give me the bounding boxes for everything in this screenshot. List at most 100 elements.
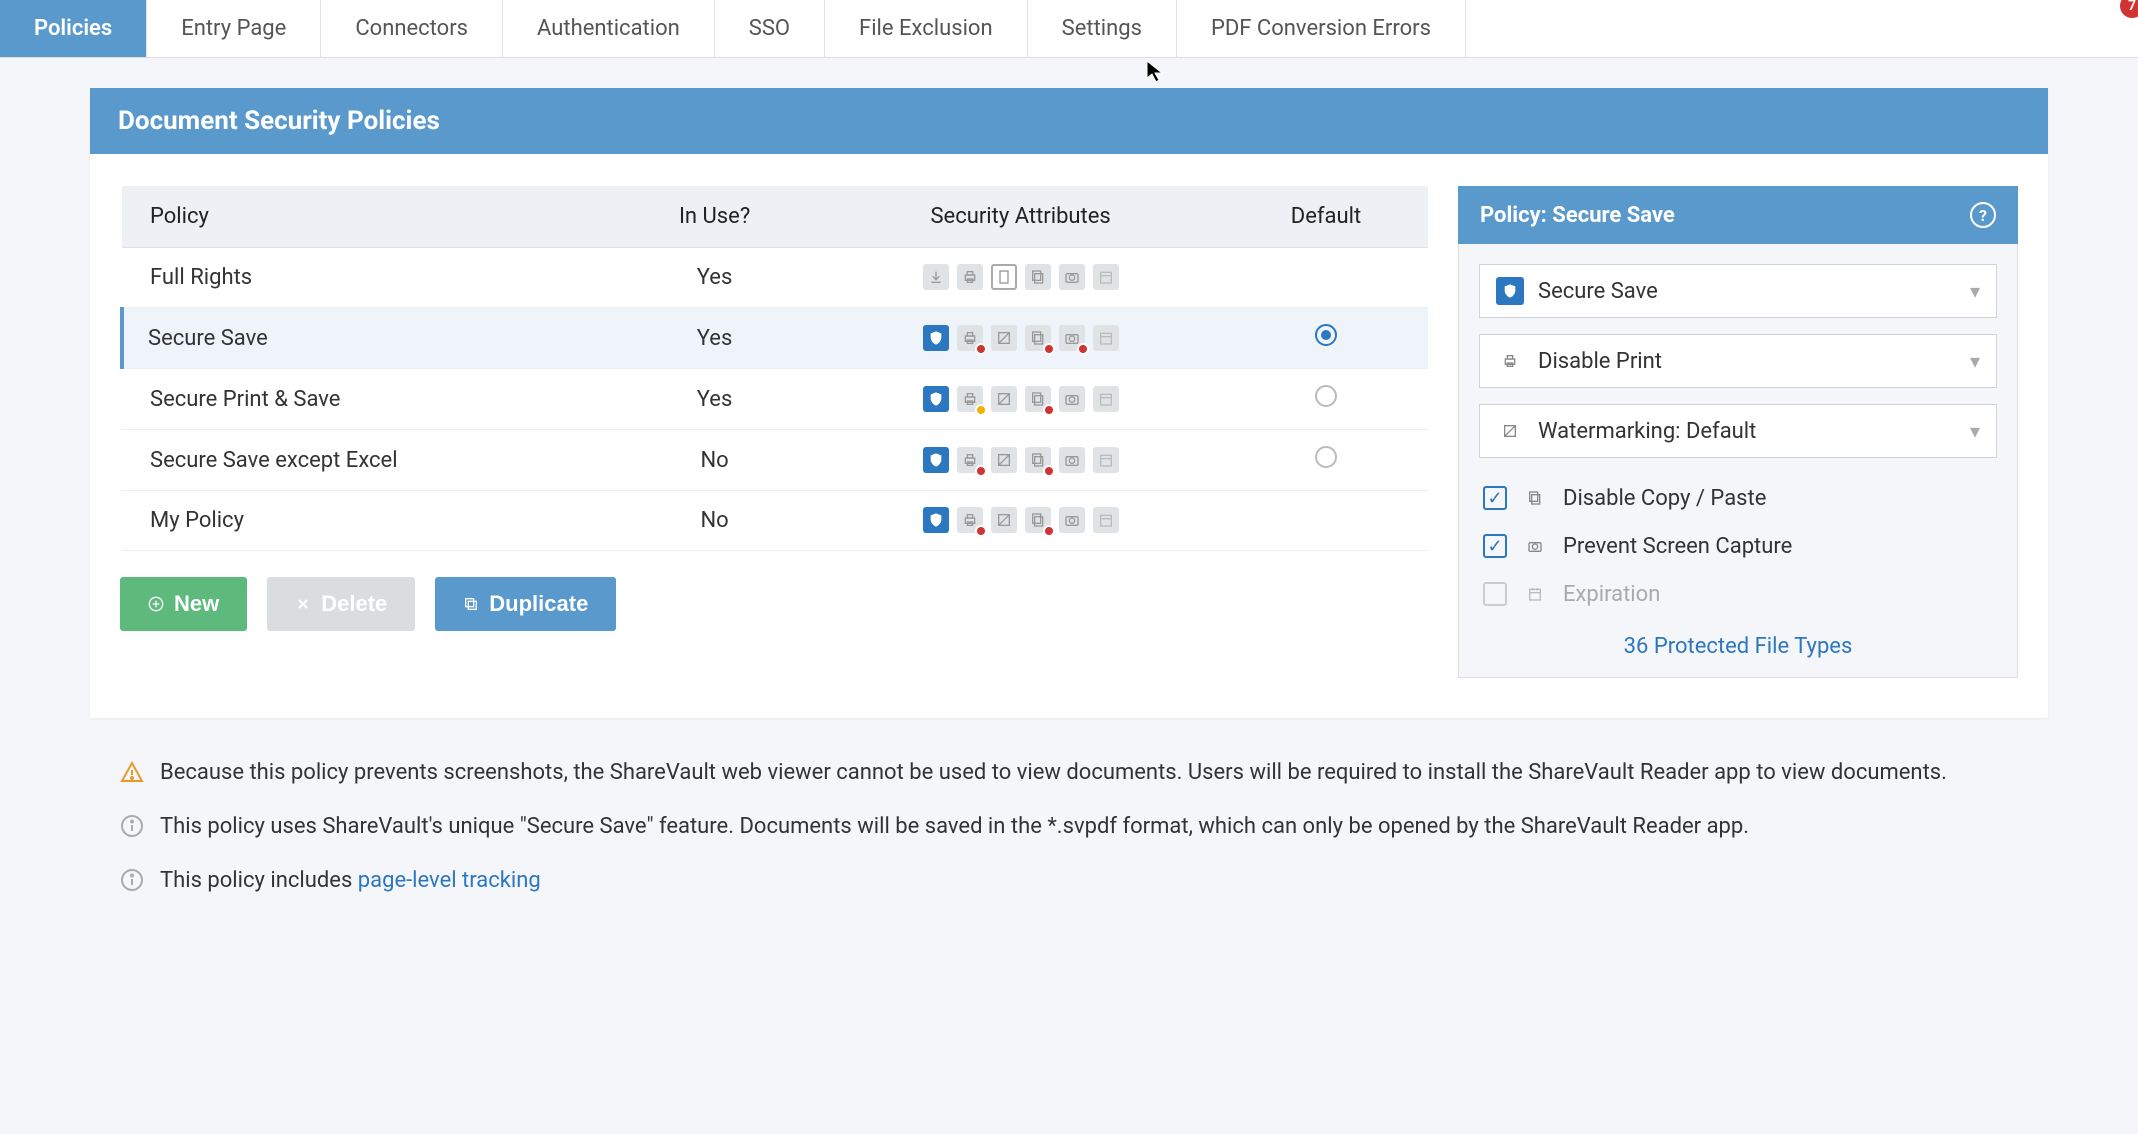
attrs-cell: [817, 430, 1224, 491]
table-row[interactable]: My PolicyNo: [122, 491, 1428, 551]
tab-policies[interactable]: Policies: [0, 0, 147, 57]
print-disabled-icon: [1496, 347, 1524, 375]
attribute-icons: [923, 325, 1119, 351]
policy-name: Secure Save: [122, 308, 612, 369]
side-panel-header: Policy: Secure Save ?: [1458, 186, 2018, 244]
shield-icon: [923, 447, 949, 473]
attribute-icons: [923, 447, 1119, 473]
default-radio[interactable]: [1315, 385, 1337, 407]
copy-icon: [1025, 447, 1051, 473]
attribute-icons: [923, 264, 1119, 290]
cam-icon: [1059, 447, 1085, 473]
attribute-icons: [923, 386, 1119, 412]
top-tabs: Policies Entry Page Connectors Authentic…: [0, 0, 2138, 58]
download-icon: [923, 264, 949, 290]
cal-icon: [1093, 264, 1119, 290]
col-attrs[interactable]: Security Attributes: [817, 186, 1224, 248]
inuse-cell: Yes: [612, 369, 817, 430]
check-prevent-screencap[interactable]: ✓ Prevent Screen Capture: [1479, 522, 1997, 570]
cal-icon: [1093, 507, 1119, 533]
warning-icon: [120, 760, 144, 784]
x-icon: [295, 596, 311, 612]
table-row[interactable]: Secure Save except ExcelNo: [122, 430, 1428, 491]
tab-pdf-errors[interactable]: PDF Conversion Errors: [1177, 0, 1466, 57]
side-title: Policy: Secure Save: [1480, 203, 1675, 228]
default-cell: [1224, 248, 1428, 308]
shield-icon: [923, 325, 949, 351]
error-count-badge: 7: [2120, 0, 2138, 18]
table-row[interactable]: Secure SaveYes: [122, 308, 1428, 369]
table-row[interactable]: Secure Print & SaveYes: [122, 369, 1428, 430]
protected-file-types-link[interactable]: 36 Protected File Types: [1624, 634, 1853, 659]
default-radio[interactable]: [1315, 324, 1337, 346]
chevron-down-icon: ▾: [1970, 279, 1980, 303]
select-watermarking[interactable]: Watermarking: Default ▾: [1479, 404, 1997, 458]
new-label: New: [174, 591, 219, 617]
policies-table: Policy In Use? Security Attributes Defau…: [120, 186, 1428, 551]
tab-sso[interactable]: SSO: [715, 0, 825, 57]
print-icon: [957, 264, 983, 290]
tab-authentication[interactable]: Authentication: [503, 0, 715, 57]
cal-icon: [1093, 447, 1119, 473]
tab-settings[interactable]: Settings: [1028, 0, 1177, 57]
delete-button: Delete: [267, 577, 415, 631]
select-label: Disable Print: [1538, 349, 1956, 374]
attrs-cell: [817, 369, 1224, 430]
chevron-down-icon: ▾: [1970, 349, 1980, 373]
chevron-down-icon: ▾: [1970, 419, 1980, 443]
attrs-cell: [817, 248, 1224, 308]
default-radio[interactable]: [1315, 446, 1337, 468]
tab-entry-page[interactable]: Entry Page: [147, 0, 321, 57]
note-text: This policy uses ShareVault's unique "Se…: [160, 810, 1749, 844]
cal-icon: [1093, 325, 1119, 351]
default-cell: [1224, 369, 1428, 430]
wm-icon: [991, 325, 1017, 351]
checkbox-icon: ✓: [1483, 582, 1507, 606]
checkbox-icon: ✓: [1483, 486, 1507, 510]
default-cell: [1224, 430, 1428, 491]
check-disable-copy[interactable]: ✓ Disable Copy / Paste: [1479, 474, 1997, 522]
side-panel-body: Secure Save ▾ Disable Print ▾ Watermarki…: [1458, 244, 2018, 678]
table-row[interactable]: Full RightsYes: [122, 248, 1428, 308]
help-icon[interactable]: ?: [1970, 202, 1996, 228]
wm-icon: [991, 386, 1017, 412]
cal-icon: [1093, 386, 1119, 412]
duplicate-button[interactable]: Duplicate: [435, 577, 616, 631]
col-default[interactable]: Default: [1224, 186, 1428, 248]
print-icon: [957, 507, 983, 533]
col-inuse[interactable]: In Use?: [612, 186, 817, 248]
panel-title: Document Security Policies: [90, 88, 2048, 154]
plus-circle-icon: [148, 596, 164, 612]
select-disable-print[interactable]: Disable Print ▾: [1479, 334, 1997, 388]
policy-name: My Policy: [122, 491, 612, 551]
policy-name: Full Rights: [122, 248, 612, 308]
copy-icon: [1025, 386, 1051, 412]
select-label: Secure Save: [1538, 279, 1956, 304]
inuse-cell: Yes: [612, 308, 817, 369]
copy-disabled-icon: [1521, 484, 1549, 512]
new-button[interactable]: New: [120, 577, 247, 631]
doc-icon: [991, 264, 1017, 290]
delete-label: Delete: [321, 591, 387, 617]
check-label: Expiration: [1563, 582, 1660, 607]
wm-icon: [991, 447, 1017, 473]
tab-file-exclusion[interactable]: File Exclusion: [825, 0, 1028, 57]
print-icon: [957, 386, 983, 412]
page-tracking-link[interactable]: page-level tracking: [358, 868, 541, 893]
tab-connectors[interactable]: Connectors: [321, 0, 503, 57]
attribute-icons: [923, 507, 1119, 533]
policy-notes: Because this policy prevents screenshots…: [90, 746, 2048, 908]
checkbox-icon: ✓: [1483, 534, 1507, 558]
shield-icon: [923, 386, 949, 412]
copy-icon: [1025, 264, 1051, 290]
select-secure-save[interactable]: Secure Save ▾: [1479, 264, 1997, 318]
default-cell: [1224, 308, 1428, 369]
wm-icon: [991, 507, 1017, 533]
col-policy[interactable]: Policy: [122, 186, 612, 248]
info-icon: [120, 868, 144, 892]
camera-disabled-icon: [1521, 532, 1549, 560]
check-expiration[interactable]: ✓ Expiration: [1479, 570, 1997, 618]
shield-icon: [923, 507, 949, 533]
copy-icon: [463, 596, 479, 612]
inuse-cell: No: [612, 430, 817, 491]
